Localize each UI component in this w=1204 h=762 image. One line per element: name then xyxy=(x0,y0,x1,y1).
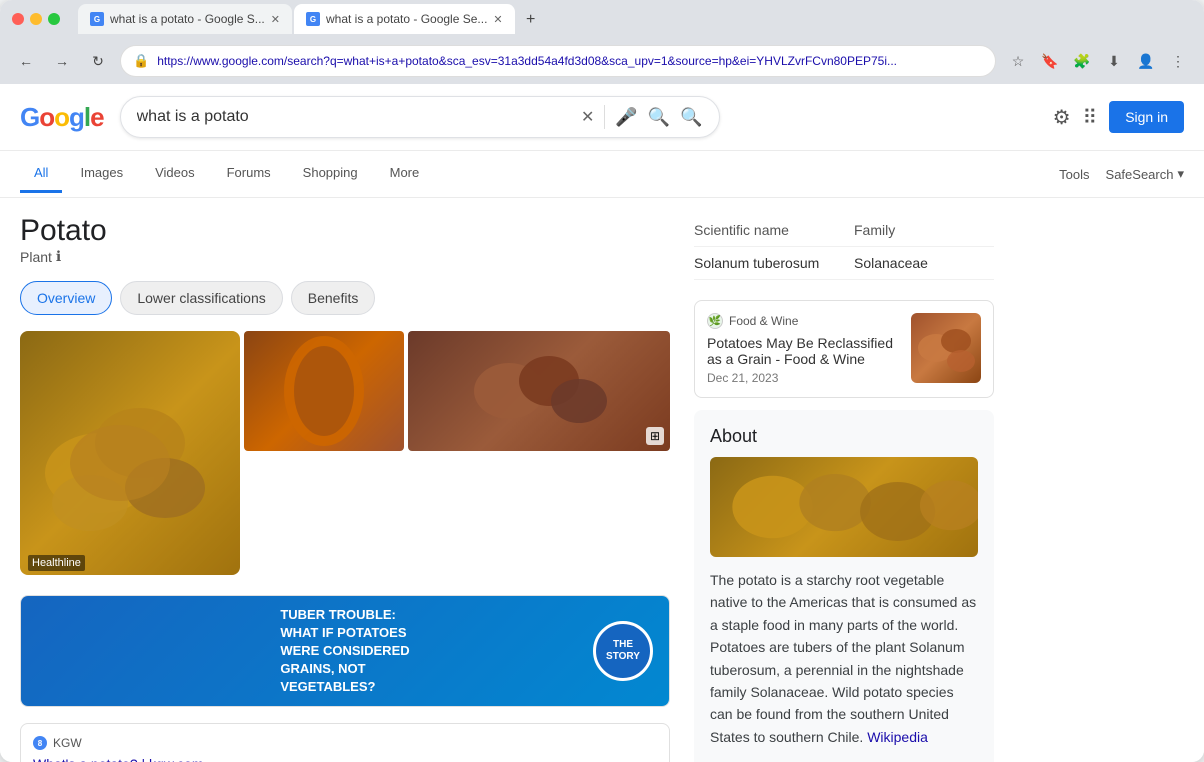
bottom-right-potato-image[interactable]: ⊞ xyxy=(408,331,670,451)
bookmark-icon[interactable]: 🔖 xyxy=(1036,47,1064,75)
search-submit-icon[interactable]: 🔍 xyxy=(680,107,702,128)
sign-in-button[interactable]: Sign in xyxy=(1109,101,1184,133)
about-text: The potato is a starchy root vegetable n… xyxy=(710,569,978,748)
google-header: Google ✕ 🎤 🔍 🔍 ⚙ ⠿ Sign in xyxy=(0,84,1204,151)
sci-header-row: Scientific name Family xyxy=(694,214,994,247)
more-options-icon[interactable]: ⋮ xyxy=(1164,47,1192,75)
settings-icon[interactable]: ⚙ xyxy=(1053,105,1071,130)
profile-icon[interactable]: 👤 xyxy=(1132,47,1160,75)
fw-source-icon: 🌿 xyxy=(707,313,723,329)
news-card-content: 8 KGW What's a potato? | kgw.com What is… xyxy=(33,736,657,762)
knowledge-tab-lower[interactable]: Lower classifications xyxy=(120,281,282,315)
fw-image xyxy=(911,313,981,383)
plant-info-icon[interactable]: ℹ xyxy=(56,248,61,265)
sci-name-header: Scientific name xyxy=(694,222,834,238)
about-section: About The potato is a starchy root veget… xyxy=(694,410,994,762)
title-bar: G what is a potato - Google S... ✕ G wha… xyxy=(0,0,1204,38)
image-label-healthline: Healthline xyxy=(28,555,85,571)
tab-images[interactable]: Images xyxy=(66,155,137,193)
nav-bar: ← → ↻ 🔒 https://www.google.com/search?q=… xyxy=(0,38,1204,84)
voice-search-icon[interactable]: 🎤 xyxy=(615,107,637,128)
clear-search-icon[interactable]: ✕ xyxy=(581,107,594,127)
star-icon[interactable]: ☆ xyxy=(1004,47,1032,75)
fw-date: Dec 21, 2023 xyxy=(707,371,899,385)
top-right-potato-image[interactable] xyxy=(244,331,404,451)
news-title[interactable]: What's a potato? | kgw.com xyxy=(33,756,657,762)
news-source-icon: 8 xyxy=(33,736,47,750)
potato-subtitle: Plant ℹ xyxy=(20,248,670,265)
address-text: https://www.google.com/search?q=what+is+… xyxy=(157,54,983,68)
traffic-lights xyxy=(12,13,60,25)
new-tab-button[interactable]: + xyxy=(517,6,545,34)
nav-icons: ☆ 🔖 🧩 ⬇ 👤 ⋮ xyxy=(1004,47,1192,75)
potato-title: Potato xyxy=(20,214,670,248)
tab-more[interactable]: More xyxy=(376,155,434,193)
header-right: ⚙ ⠿ Sign in xyxy=(1053,101,1184,133)
news-source: 8 KGW xyxy=(33,736,657,750)
about-wikipedia-link[interactable]: Wikipedia xyxy=(867,729,928,745)
about-title: About xyxy=(710,426,978,447)
search-divider xyxy=(604,105,605,129)
knowledge-tabs: Overview Lower classifications Benefits xyxy=(20,281,670,315)
tab-forums[interactable]: Forums xyxy=(213,155,285,193)
search-bar[interactable]: ✕ 🎤 🔍 🔍 xyxy=(120,96,720,138)
apps-icon[interactable]: ⠿ xyxy=(1083,105,1098,130)
fw-content: 🌿 Food & Wine Potatoes May Be Reclassifi… xyxy=(707,313,899,385)
potato-header: Potato Plant ℹ xyxy=(20,214,670,265)
results-right: Scientific name Family Solanum tuberosum… xyxy=(694,214,994,762)
news-card: 8 KGW What's a potato? | kgw.com What is… xyxy=(20,723,670,762)
maximize-button[interactable] xyxy=(48,13,60,25)
browser-tab-1[interactable]: G what is a potato - Google S... ✕ xyxy=(78,4,292,34)
tab-shopping[interactable]: Shopping xyxy=(289,155,372,193)
chevron-down-icon: ▾ xyxy=(1177,166,1184,182)
tab-favicon-1: G xyxy=(90,12,104,26)
about-potato-image xyxy=(710,457,978,557)
tab-close-1[interactable]: ✕ xyxy=(271,13,280,26)
tab-label-2: what is a potato - Google Se... xyxy=(326,12,487,26)
tab-videos[interactable]: Videos xyxy=(141,155,209,193)
download-icon[interactable]: ⬇ xyxy=(1100,47,1128,75)
image-grid: Healthline ⊞ xyxy=(20,331,670,575)
expand-image-icon[interactable]: ⊞ xyxy=(646,427,664,445)
fw-source: 🌿 Food & Wine xyxy=(707,313,899,329)
lens-search-icon[interactable]: 🔍 xyxy=(648,107,670,128)
fw-card[interactable]: 🌿 Food & Wine Potatoes May Be Reclassifi… xyxy=(694,300,994,398)
sci-family-value: Solanaceae xyxy=(854,255,994,271)
scientific-table: Scientific name Family Solanum tuberosum… xyxy=(694,214,994,280)
sci-value-row: Solanum tuberosum Solanaceae xyxy=(694,247,994,280)
tools-button[interactable]: Tools xyxy=(1047,159,1101,190)
back-button[interactable]: ← xyxy=(12,47,40,75)
search-nav: All Images Videos Forums Shopping More T… xyxy=(0,151,1204,198)
knowledge-tab-benefits[interactable]: Benefits xyxy=(291,281,376,315)
video-card[interactable]: TUBER TROUBLE: WHAT IF POTATOES WERE CON… xyxy=(20,595,670,707)
results-container: Potato Plant ℹ Overview Lower classifica… xyxy=(0,198,1204,762)
knowledge-tab-overview[interactable]: Overview xyxy=(20,281,112,315)
tabs-area: G what is a potato - Google S... ✕ G wha… xyxy=(78,4,1192,34)
extensions-icon[interactable]: 🧩 xyxy=(1068,47,1096,75)
main-potato-image[interactable]: Healthline xyxy=(20,331,240,575)
address-bar[interactable]: 🔒 https://www.google.com/search?q=what+i… xyxy=(120,45,996,77)
content-area: Google ✕ 🎤 🔍 🔍 ⚙ ⠿ Sign in All Images Vi… xyxy=(0,84,1204,762)
google-logo[interactable]: Google xyxy=(20,102,104,133)
reload-button[interactable]: ↻ xyxy=(84,47,112,75)
sci-name-value: Solanum tuberosum xyxy=(694,255,834,271)
minimize-button[interactable] xyxy=(30,13,42,25)
safesearch-button[interactable]: SafeSearch ▾ xyxy=(1106,166,1184,182)
close-button[interactable] xyxy=(12,13,24,25)
tab-label-1: what is a potato - Google S... xyxy=(110,12,265,26)
tab-close-2[interactable]: ✕ xyxy=(493,13,502,26)
video-thumbnail: TUBER TROUBLE: WHAT IF POTATOES WERE CON… xyxy=(21,596,669,706)
fw-title[interactable]: Potatoes May Be Reclassified as a Grain … xyxy=(707,335,899,367)
sci-family-header: Family xyxy=(854,222,994,238)
search-input[interactable] xyxy=(137,108,571,126)
results-left: Potato Plant ℹ Overview Lower classifica… xyxy=(20,214,670,762)
browser-tab-2[interactable]: G what is a potato - Google Se... ✕ xyxy=(294,4,515,34)
tab-all[interactable]: All xyxy=(20,155,62,193)
forward-button[interactable]: → xyxy=(48,47,76,75)
tab-favicon-2: G xyxy=(306,12,320,26)
